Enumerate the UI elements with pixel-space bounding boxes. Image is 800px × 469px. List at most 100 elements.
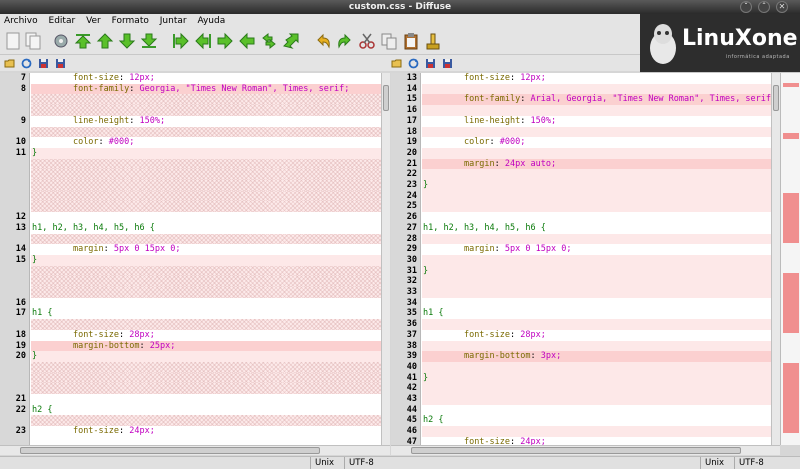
diff-line[interactable]: 12	[0, 212, 381, 223]
left-hscroll-thumb[interactable]	[20, 447, 320, 454]
diff-line[interactable]: 21 margin: 24px auto;	[391, 158, 771, 170]
diff-line[interactable]: 10 color: #000;	[0, 137, 381, 148]
diff-line[interactable]	[0, 265, 381, 277]
diff-line[interactable]: 43	[391, 394, 771, 405]
diff-line[interactable]	[0, 372, 381, 384]
open-file-right-icon[interactable]	[391, 58, 402, 69]
diff-line[interactable]: 23 font-size: 24px;	[0, 426, 381, 437]
diff-line[interactable]: 44	[391, 405, 771, 416]
diff-line[interactable]: 23}	[391, 180, 771, 191]
diff-overview-strip[interactable]	[780, 73, 800, 445]
diff-line[interactable]	[0, 415, 381, 427]
swap-icon[interactable]	[260, 32, 278, 50]
diff-line[interactable]: 46	[391, 426, 771, 437]
save-as-left-icon[interactable]	[55, 58, 66, 69]
diff-line[interactable]: 7 font-size: 12px;	[0, 73, 381, 84]
diff-line[interactable]: 14 margin: 5px 0 15px 0;	[0, 244, 381, 255]
menu-formato[interactable]: Formato	[112, 16, 149, 26]
diff-line[interactable]: 17 line-height: 150%;	[391, 116, 771, 127]
close-button[interactable]: ✕	[776, 1, 788, 13]
diff-line[interactable]: 15 font-family: Arial, Georgia, "Times N…	[391, 94, 771, 106]
diff-line[interactable]	[0, 233, 381, 245]
diff-line[interactable]: 42	[391, 383, 771, 394]
diff-line[interactable]	[0, 361, 381, 373]
merge-from-left-icon[interactable]	[172, 32, 190, 50]
diff-line[interactable]: 18	[391, 126, 771, 138]
diff-line[interactable]: 15}	[0, 254, 381, 266]
diff-line[interactable]: 36	[391, 319, 771, 330]
diff-line[interactable]: 41}	[391, 372, 771, 384]
cut-icon[interactable]	[358, 32, 376, 50]
diff-line[interactable]: 31}	[391, 265, 771, 277]
reload-left-icon[interactable]	[21, 58, 32, 69]
diff-line[interactable]: 22 h2 {	[0, 405, 381, 416]
paste-icon[interactable]	[402, 32, 420, 50]
new-document-icon[interactable]	[24, 32, 42, 50]
diff-line[interactable]: 14	[391, 83, 771, 95]
diff-line[interactable]	[0, 169, 381, 180]
diff-line[interactable]: 20	[391, 147, 771, 159]
diff-line[interactable]: 20}	[0, 351, 381, 362]
open-file-left-icon[interactable]	[4, 58, 15, 69]
diff-line[interactable]	[0, 190, 381, 202]
copy-left-icon[interactable]	[238, 32, 256, 50]
menu-editar[interactable]: Editar	[49, 16, 76, 26]
diff-line[interactable]: 47 font-size: 24px;	[391, 437, 771, 445]
diff-line[interactable]	[0, 287, 381, 298]
menu-archivo[interactable]: Archivo	[4, 16, 38, 26]
diff-line[interactable]: 22	[391, 169, 771, 180]
diff-line[interactable]: 13 h1, h2, h3, h4, h5, h6 {	[0, 223, 381, 234]
merge-both-icon[interactable]	[282, 32, 300, 50]
diff-line[interactable]: 26	[391, 212, 771, 223]
save-left-icon[interactable]	[38, 58, 49, 69]
diff-line[interactable]	[0, 126, 381, 138]
diff-line[interactable]: 16	[391, 105, 771, 116]
copy-right-icon[interactable]	[216, 32, 234, 50]
diff-line[interactable]: 30	[391, 254, 771, 266]
diff-line[interactable]: 13 font-size: 12px;	[391, 73, 771, 84]
next-change-icon[interactable]	[118, 32, 136, 50]
menu-ver[interactable]: Ver	[86, 16, 101, 26]
diff-line[interactable]: 40	[391, 361, 771, 373]
diff-line[interactable]: 18 font-size: 28px;	[0, 330, 381, 341]
reload-right-icon[interactable]	[408, 58, 419, 69]
diff-line[interactable]: 38	[391, 340, 771, 352]
save-right-icon[interactable]	[425, 58, 436, 69]
diff-line[interactable]: 28	[391, 233, 771, 245]
last-change-icon[interactable]	[140, 32, 158, 50]
diff-line[interactable]: 19 margin-bottom: 25px;	[0, 340, 381, 352]
diff-line[interactable]: 24	[391, 190, 771, 202]
left-diff-pane[interactable]: 7 font-size: 12px; 8 font-family: Georgia…	[0, 73, 381, 445]
maximize-button[interactable]: ˆ	[758, 1, 770, 13]
left-vertical-scrollbar[interactable]	[381, 73, 390, 445]
diff-line[interactable]: 8 font-family: Georgia, "Times New Roman…	[0, 83, 381, 95]
diff-line[interactable]	[0, 383, 381, 394]
diff-line[interactable]: 32	[391, 276, 771, 287]
menu-juntar[interactable]: Juntar	[160, 16, 187, 26]
diff-line[interactable]: 21	[0, 394, 381, 405]
left-horizontal-scrollbar[interactable]	[0, 445, 390, 455]
right-horizontal-scrollbar[interactable]	[391, 445, 780, 455]
diff-line[interactable]: 9 line-height: 150%;	[0, 116, 381, 127]
right-diff-pane[interactable]: 13 font-size: 12px; 14 15 font-family: Ari…	[391, 73, 771, 445]
diff-line[interactable]: 19 color: #000;	[391, 137, 771, 148]
settings-icon[interactable]	[52, 32, 70, 50]
diff-line[interactable]	[0, 201, 381, 213]
diff-line[interactable]	[0, 276, 381, 287]
diff-line[interactable]: 29 margin: 5px 0 15px 0;	[391, 244, 771, 255]
diff-line[interactable]	[0, 158, 381, 170]
new-file-icon[interactable]	[4, 32, 22, 50]
diff-line[interactable]: 39 margin-bottom: 3px;	[391, 351, 771, 362]
diff-line[interactable]: 37 font-size: 28px;	[391, 330, 771, 341]
right-scroll-thumb[interactable]	[773, 85, 779, 111]
diff-line[interactable]: 33	[391, 287, 771, 298]
merge-from-right-icon[interactable]	[194, 32, 212, 50]
minimize-button[interactable]: ˇ	[740, 1, 752, 13]
diff-line[interactable]	[0, 94, 381, 106]
clear-edits-icon[interactable]	[424, 32, 442, 50]
diff-line[interactable]	[0, 319, 381, 330]
first-change-icon[interactable]	[74, 32, 92, 50]
diff-line[interactable]	[0, 105, 381, 116]
menu-ayuda[interactable]: Ayuda	[197, 16, 225, 26]
diff-line[interactable]: 34	[391, 298, 771, 309]
